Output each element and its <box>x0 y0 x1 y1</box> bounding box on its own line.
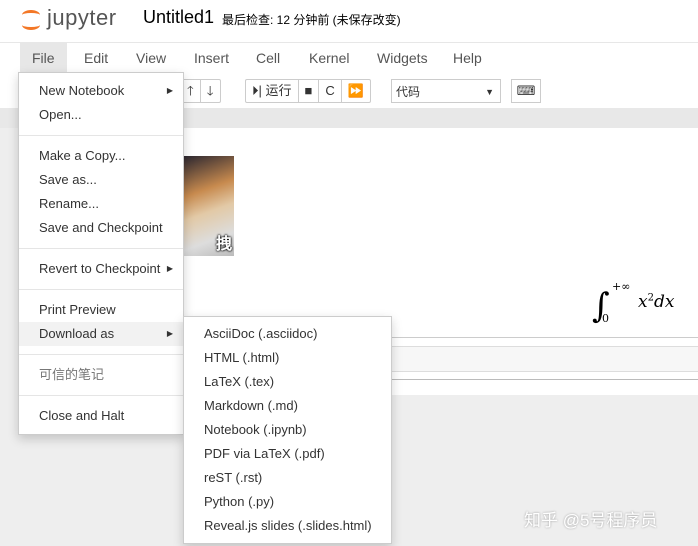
download-latex[interactable]: LaTeX (.tex) <box>184 370 391 394</box>
integral-formula: ∫ +∞ 0 x2dx <box>592 280 674 326</box>
menu-item-make-copy[interactable]: Make a Copy... <box>19 144 183 168</box>
download-as-submenu: AsciiDoc (.asciidoc) HTML (.html) LaTeX … <box>183 316 392 544</box>
menu-help[interactable]: Help <box>441 43 494 73</box>
cell-type-value: 代码 <box>396 85 421 99</box>
menu-item-revert-checkpoint[interactable]: Revert to Checkpoint ▶ <box>19 257 183 281</box>
move-group: 🡑 🡓 <box>180 79 221 103</box>
stop-button[interactable]: ■ <box>299 80 320 102</box>
divider <box>19 248 183 249</box>
menu-kernel[interactable]: Kernel <box>297 43 361 73</box>
menu-item-new-notebook[interactable]: New Notebook ▶ <box>19 79 183 103</box>
menu-item-trusted-notebook[interactable]: 可信的笔记 <box>19 363 183 387</box>
file-menu: New Notebook ▶ Open... Make a Copy... Sav… <box>18 72 184 435</box>
menu-insert[interactable]: Insert <box>182 43 241 73</box>
divider <box>19 395 183 396</box>
differential: dx <box>653 292 675 312</box>
menu-edit[interactable]: Edit <box>72 43 120 73</box>
download-markdown[interactable]: Markdown (.md) <box>184 394 391 418</box>
divider <box>19 289 183 290</box>
menu-item-rename[interactable]: Rename... <box>19 192 183 216</box>
menu-item-save-as[interactable]: Save as... <box>19 168 183 192</box>
download-notebook[interactable]: Notebook (.ipynb) <box>184 418 391 442</box>
jupyter-logo[interactable]: jupyter <box>20 5 117 31</box>
restart-button[interactable]: C <box>319 80 342 102</box>
cat-image: 拽 <box>183 156 234 256</box>
run-group: ⏵| 运行 ■ C ⏩ <box>245 79 371 103</box>
checkpoint-status: 最后检查: 12 分钟前 (未保存改变) <box>222 13 401 27</box>
download-pdf[interactable]: PDF via LaTeX (.pdf) <box>184 442 391 466</box>
lower-limit: 0 <box>602 312 609 325</box>
menu-widgets[interactable]: Widgets <box>365 43 440 73</box>
menu-cell[interactable]: Cell <box>244 43 292 73</box>
integrand: x <box>638 292 648 312</box>
download-rest[interactable]: reST (.rst) <box>184 466 391 490</box>
download-python[interactable]: Python (.py) <box>184 490 391 514</box>
logo-text: jupyter <box>47 5 117 30</box>
download-html[interactable]: HTML (.html) <box>184 346 391 370</box>
download-reveal-slides[interactable]: Reveal.js slides (.slides.html) <box>184 514 391 538</box>
download-asciidoc[interactable]: AsciiDoc (.asciidoc) <box>184 322 391 346</box>
divider <box>19 135 183 136</box>
jupyter-logo-icon <box>20 5 42 31</box>
chevron-down-icon: ▼ <box>485 87 494 97</box>
menu-item-download-as[interactable]: Download as ▶ <box>19 322 183 346</box>
cell-type-select[interactable]: 代码 ▼ <box>391 79 501 103</box>
divider <box>19 354 183 355</box>
keyboard-shortcuts-button[interactable]: ⌨ <box>511 79 541 103</box>
notebook-title[interactable]: Untitled1 <box>143 7 214 28</box>
header: jupyter Untitled1 最后检查: 12 分钟前 (未保存改变) <box>0 0 698 42</box>
restart-run-all-button[interactable]: ⏩ <box>342 80 370 102</box>
upper-limit: +∞ <box>612 280 631 293</box>
caret-right-icon: ▶ <box>166 264 173 273</box>
menu-item-print-preview[interactable]: Print Preview <box>19 298 183 322</box>
watermark: 知乎 @5号程序员 <box>524 511 658 530</box>
image-caption: 拽 <box>215 236 232 253</box>
caret-right-icon: ▶ <box>166 329 173 338</box>
menu-item-close-halt[interactable]: Close and Halt <box>19 404 183 428</box>
menu-file[interactable]: File <box>20 43 67 73</box>
menubar: File Edit View Insert Cell Kernel Widget… <box>0 42 698 73</box>
caret-right-icon: ▶ <box>166 86 173 95</box>
menu-view[interactable]: View <box>124 43 178 73</box>
menu-item-save-checkpoint[interactable]: Save and Checkpoint <box>19 216 183 240</box>
move-down-button[interactable]: 🡓 <box>201 80 220 102</box>
menu-item-open[interactable]: Open... <box>19 103 183 127</box>
run-button[interactable]: ⏵| 运行 <box>246 80 299 102</box>
